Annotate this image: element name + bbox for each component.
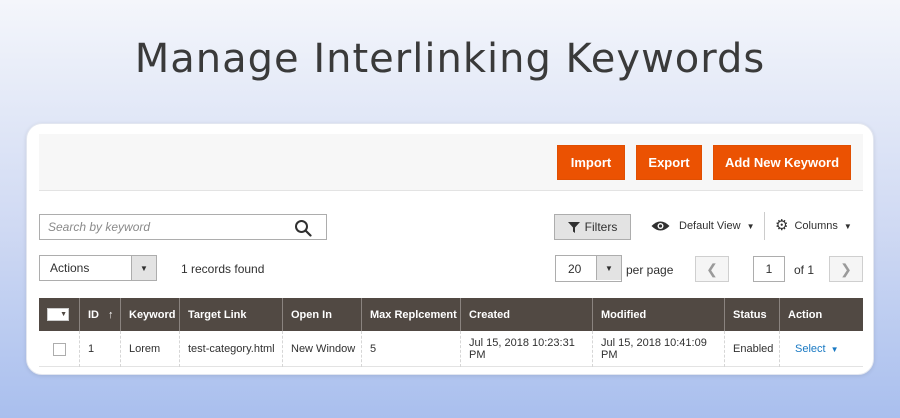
next-page-button[interactable]: ❯ — [829, 256, 863, 282]
export-button[interactable]: Export — [636, 145, 702, 180]
mass-select-checkbox[interactable]: ▼ — [47, 308, 69, 321]
import-button[interactable]: Import — [557, 145, 625, 180]
cell-modified: Jul 15, 2018 10:41:09 PM — [593, 331, 725, 367]
eye-icon — [651, 221, 670, 231]
mass-actions-dropdown[interactable]: Actions ▼ — [39, 255, 157, 281]
column-header-open-in[interactable]: Open In — [283, 298, 362, 331]
columns-dropdown[interactable]: ⚙ Columns ▼ — [775, 217, 852, 234]
actions-label: Actions — [50, 261, 90, 275]
row-action-select-link[interactable]: Select — [795, 343, 826, 355]
search-box — [39, 214, 327, 240]
per-page-value: 20 — [568, 261, 582, 276]
row-select-cell — [39, 331, 80, 367]
grid-header: ▼ ID ↑ Keyword Target Link Open In Max R… — [39, 298, 863, 331]
cell-status: Enabled — [725, 331, 780, 367]
default-view-dropdown[interactable]: Default View ▼ — [651, 220, 754, 232]
column-header-max-replacement[interactable]: Max Replcement — [362, 298, 461, 331]
column-header-target-link[interactable]: Target Link — [180, 298, 283, 331]
toolbar-divider — [764, 212, 765, 240]
row-action-dropdown[interactable]: Select ▼ — [780, 331, 863, 367]
chevron-down-icon: ▼ — [830, 344, 839, 354]
chevron-down-icon: ▼ — [746, 221, 755, 231]
columns-label: Columns — [794, 220, 838, 232]
column-header-keyword[interactable]: Keyword — [121, 298, 180, 331]
filters-button[interactable]: Filters — [554, 214, 631, 240]
column-header-action: Action — [788, 308, 823, 321]
current-page-input[interactable]: 1 — [753, 256, 785, 282]
grid-card: Import Export Add New Keyword Filters De… — [26, 123, 874, 375]
cell-keyword: Lorem — [121, 331, 180, 367]
previous-page-button[interactable]: ❮ — [695, 256, 729, 282]
search-icon[interactable] — [294, 219, 312, 237]
row-checkbox[interactable] — [53, 342, 66, 356]
chevron-left-icon: ❮ — [706, 260, 718, 277]
chevron-down-icon: ▼ — [131, 256, 156, 280]
page-actions-toolbar: Import Export Add New Keyword — [39, 134, 863, 191]
add-new-keyword-button[interactable]: Add New Keyword — [713, 145, 851, 180]
cell-created: Jul 15, 2018 10:23:31 PM — [461, 331, 593, 367]
cell-target-link: test-category.html — [180, 331, 283, 367]
default-view-label: Default View — [679, 220, 741, 232]
sort-arrow-icon: ↑ — [108, 308, 114, 321]
cell-open-in: New Window — [283, 331, 362, 367]
per-page-label: per page — [626, 263, 674, 277]
column-header-label: ID — [88, 308, 99, 321]
per-page-dropdown[interactable]: 20 ▼ — [555, 255, 622, 282]
chevron-down-icon: ▼ — [596, 256, 621, 280]
records-found-count: 1 records found — [181, 262, 265, 276]
column-header-modified[interactable]: Modified — [593, 298, 725, 331]
mass-select-header[interactable]: ▼ — [39, 298, 80, 331]
gear-icon: ⚙ — [775, 217, 789, 234]
page-total: of 1 — [794, 263, 815, 277]
column-header-created[interactable]: Created — [461, 298, 593, 331]
search-input[interactable] — [40, 215, 280, 239]
page-title: Manage Interlinking Keywords — [134, 36, 766, 82]
chevron-right-icon: ❯ — [840, 260, 852, 277]
filters-label: Filters — [584, 220, 618, 234]
column-header-status[interactable]: Status — [725, 298, 780, 331]
cell-id: 1 — [80, 331, 121, 367]
filter-icon — [567, 221, 580, 233]
column-header-id[interactable]: ID ↑ — [80, 298, 121, 331]
table-row: 1 Lorem test-category.html New Window 5 … — [39, 331, 863, 367]
cell-max-replacement: 5 — [362, 331, 461, 367]
chevron-down-icon: ▼ — [843, 221, 852, 231]
